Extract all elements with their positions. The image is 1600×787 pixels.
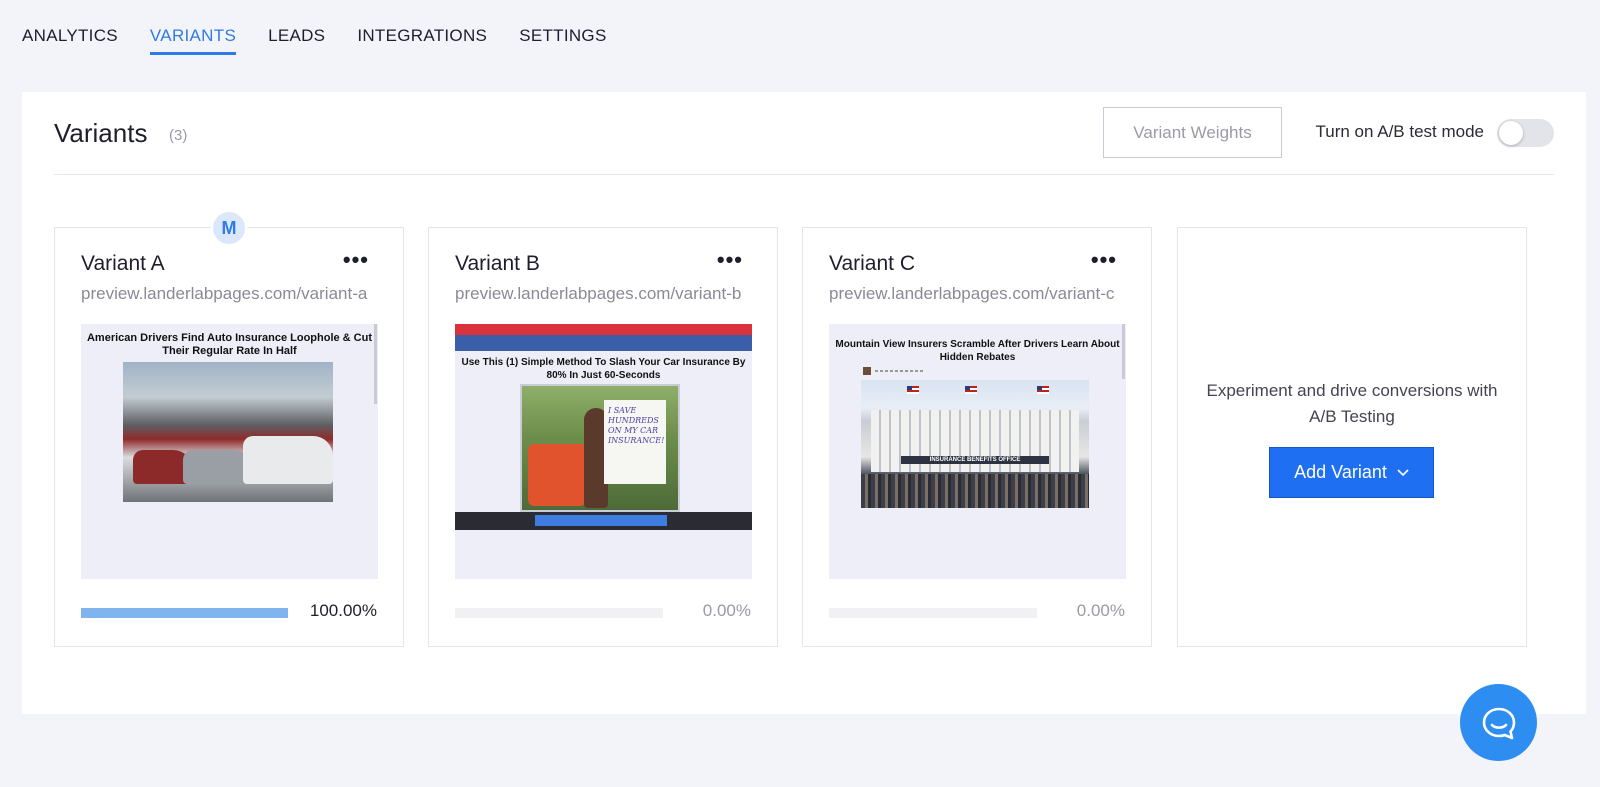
variant-url[interactable]: preview.landerlabpages.com/variant-a [81,284,381,304]
variant-thumbnail[interactable]: American Drivers Find Auto Insurance Loo… [81,324,378,579]
ab-test-label: Turn on A/B test mode [1315,122,1484,141]
panel-header: Variants (3) Variant Weights Turn on A/B… [54,92,1554,175]
thumbnail-sign: I SAVE HUNDREDS ON MY CAR INSURANCE! [604,400,666,484]
tab-leads[interactable]: LEADS [268,26,325,55]
flag-icon [965,386,977,394]
top-nav: ANALYTICS VARIANTS LEADS INTEGRATIONS SE… [22,26,639,55]
tab-variants[interactable]: VARIANTS [149,26,237,55]
more-horizontal-icon[interactable]: ••• [717,249,743,271]
thumbnail-cta [535,515,667,526]
thumbnail-image [123,362,333,502]
chat-bubble-icon [1482,707,1515,739]
more-horizontal-icon[interactable]: ••• [1091,249,1117,271]
variant-weights-button[interactable]: Variant Weights [1103,107,1282,158]
progress-fill [81,608,288,618]
variant-card-b: Variant B ••• preview.landerlabpages.com… [428,227,778,647]
tab-settings[interactable]: SETTINGS [519,26,606,55]
thumbnail-headline: Mountain View Insurers Scramble After Dr… [835,339,1120,363]
thumbnail-image: I SAVE HUNDREDS ON MY CAR INSURANCE! [520,384,680,512]
add-variant-text: Experiment and drive conversions with A/… [1206,381,1498,426]
variant-url[interactable]: preview.landerlabpages.com/variant-c [829,284,1129,304]
thumbnail-alert-bar [455,324,752,335]
variant-card-a: M Variant A ••• preview.landerlabpages.c… [54,210,404,647]
page-title: Variants [54,118,148,148]
weight-percent: 0.00% [702,601,751,620]
add-variant-card: Experiment and drive conversions with A/… [1177,227,1527,647]
weight-percent: 0.00% [1076,601,1125,620]
jeep-shape [528,444,586,506]
weight-progress-bar [829,608,1037,618]
weight-percent: 100.00% [309,601,377,620]
crowd-shape [861,474,1089,508]
ab-test-toggle[interactable] [1497,119,1554,147]
thumbnail-scrollbar [374,324,377,404]
tab-integrations[interactable]: INTEGRATIONS [357,26,487,55]
thumbnail-headline: American Drivers Find Auto Insurance Loo… [86,332,373,357]
chat-widget-button[interactable] [1460,684,1537,761]
thumbnail-author [863,367,923,375]
flag-icon [1037,386,1049,394]
thumbnail-headline: Use This (1) Simple Method To Slash Your… [461,357,746,381]
variant-count: (3) [169,127,188,144]
variant-name: Variant B [455,252,540,275]
variant-thumbnail[interactable]: Use This (1) Simple Method To Slash Your… [455,324,752,579]
variant-card-c: Variant C ••• preview.landerlabpages.com… [802,227,1152,647]
add-variant-button[interactable]: Add Variant [1269,447,1434,498]
thumbnail-nav-bar [455,335,752,351]
toggle-knob [1499,121,1523,145]
flag-icon [907,386,919,394]
more-horizontal-icon[interactable]: ••• [343,249,369,271]
add-variant-label: Add Variant [1294,462,1387,482]
thumbnail-sign: INSURANCE BENEFITS OFFICE [901,456,1049,464]
weight-progress-bar [455,608,663,618]
main-variant-badge: M [211,210,247,246]
thumbnail-image: INSURANCE BENEFITS OFFICE [861,380,1089,508]
variant-name: Variant A [81,252,165,275]
variant-url[interactable]: preview.landerlabpages.com/variant-b [455,284,755,304]
variants-panel: Variants (3) Variant Weights Turn on A/B… [22,92,1586,714]
variant-name: Variant C [829,252,915,275]
weight-progress-bar [81,608,288,618]
car-shape [243,436,333,484]
chevron-down-icon [1397,468,1409,476]
thumbnail-scrollbar [1122,324,1125,379]
tab-analytics[interactable]: ANALYTICS [22,26,118,55]
variant-thumbnail[interactable]: Mountain View Insurers Scramble After Dr… [829,324,1126,579]
